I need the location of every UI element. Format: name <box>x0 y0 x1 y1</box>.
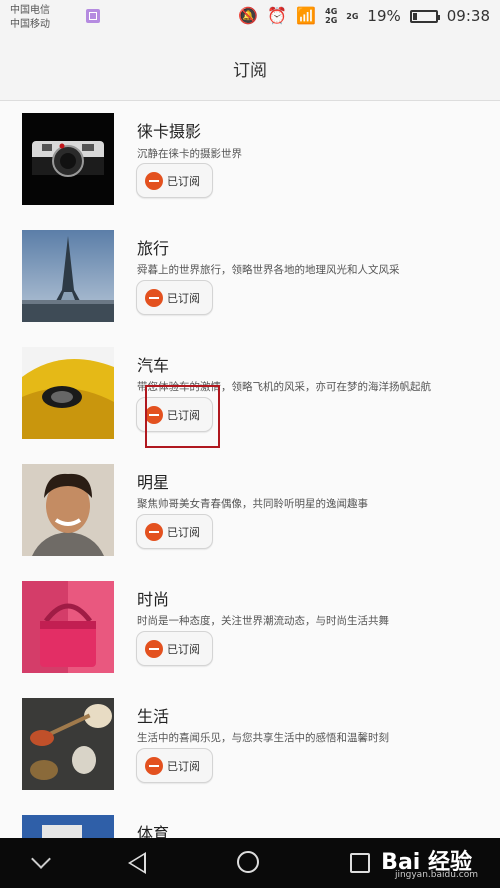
thumbnail-spoons-spices <box>22 698 114 790</box>
item-title: 体育 <box>137 824 170 838</box>
subscribed-label: 已订阅 <box>167 759 200 773</box>
unsubscribe-button[interactable]: 已订阅 <box>136 748 213 783</box>
item-title: 汽车 <box>137 356 170 375</box>
carrier-info: 中国电信 中国移动 <box>10 4 50 32</box>
navigation-bar: Bai 经验 jingyan.baidu.com <box>0 838 500 888</box>
title-bar: 订阅 <box>0 36 500 101</box>
list-item[interactable]: 旅行 舜暮上的世界旅行，领略世界各地的地理风光和人文风采 已订阅 <box>0 218 500 336</box>
unsubscribe-button[interactable]: 已订阅 <box>136 514 213 549</box>
item-description: 时尚是一种态度，关注世界潮流动态，与时尚生活共舞 <box>137 615 389 627</box>
item-title: 明星 <box>137 473 170 492</box>
battery-icon <box>409 9 440 23</box>
highlight-box <box>145 385 220 448</box>
clock: 09:38 <box>446 7 490 25</box>
subscribed-label: 已订阅 <box>167 525 200 539</box>
status-icons: 🔕 ⏰ 📶 4G 2G 2G 19% 09:38 <box>238 6 490 26</box>
list-item[interactable]: 徕卡摄影 沉静在徕卡的摄影世界 已订阅 <box>0 101 500 219</box>
mute-icon: 🔕 <box>238 6 259 25</box>
list-item[interactable]: 生活 生活中的喜闻乐见，与您共享生活中的感悟和温馨时刻 已订阅 <box>0 686 500 804</box>
item-title: 时尚 <box>137 590 170 609</box>
item-description: 舜暮上的世界旅行，领略世界各地的地理风光和人文风采 <box>137 264 400 276</box>
subscribed-label: 已订阅 <box>167 291 200 305</box>
item-description: 生活中的喜闻乐见，与您共享生活中的感悟和温馨时刻 <box>137 732 389 744</box>
list-item[interactable]: 汽车 带您体验车的激情，领略飞机的风采，亦可在梦的海洋扬帆起航 已订阅 <box>0 335 500 453</box>
carrier-1: 中国电信 <box>10 5 50 16</box>
minus-icon <box>145 171 163 190</box>
page-title: 订阅 <box>233 60 267 81</box>
gallery-notification-icon <box>86 9 100 23</box>
subscribed-label: 已订阅 <box>167 174 200 188</box>
list-item[interactable]: 明星 聚焦帅哥美女青春偶像，共同聆听明星的逸闻趣事 已订阅 <box>0 452 500 570</box>
item-title: 生活 <box>137 707 170 726</box>
hide-nav-chevron-icon[interactable] <box>31 849 51 869</box>
battery-percent: 19% <box>367 7 401 25</box>
home-icon[interactable] <box>237 851 259 873</box>
thumbnail-smiling-man <box>22 464 114 556</box>
back-icon[interactable] <box>128 852 146 874</box>
minus-icon <box>145 756 163 775</box>
network-type-a: 4G 2G <box>325 7 338 25</box>
item-title: 旅行 <box>137 239 170 258</box>
thumbnail-pink-handbag <box>22 581 114 673</box>
item-description: 聚焦帅哥美女青春偶像，共同聆听明星的逸闻趣事 <box>137 498 368 510</box>
thumbnail-yellow-car <box>22 347 114 439</box>
alarm-icon: ⏰ <box>267 6 288 25</box>
wifi-icon: 📶 <box>296 6 317 25</box>
subscribed-label: 已订阅 <box>167 642 200 656</box>
watermark-url: jingyan.baidu.com <box>394 870 478 880</box>
carrier-2: 中国移动 <box>10 19 50 30</box>
network-type-b: 2G <box>346 11 359 21</box>
minus-icon <box>145 288 163 307</box>
unsubscribe-button[interactable]: 已订阅 <box>136 163 213 198</box>
minus-icon <box>145 639 163 658</box>
item-description: 沉静在徕卡的摄影世界 <box>137 148 242 160</box>
thumbnail-eiffel-tower <box>22 230 114 322</box>
list-item[interactable]: 时尚 时尚是一种态度，关注世界潮流动态，与时尚生活共舞 已订阅 <box>0 569 500 687</box>
subscription-list[interactable]: 徕卡摄影 沉静在徕卡的摄影世界 已订阅 旅行 舜暮上的世界旅行，领略世界各地的地… <box>0 101 500 838</box>
list-item[interactable]: 体育 <box>0 803 500 838</box>
unsubscribe-button[interactable]: 已订阅 <box>136 280 213 315</box>
thumbnail-leica-camera <box>22 113 114 205</box>
thumbnail-sports <box>22 815 114 838</box>
recent-apps-icon[interactable] <box>350 853 370 873</box>
item-title: 徕卡摄影 <box>137 122 202 141</box>
minus-icon <box>145 522 163 541</box>
status-bar: 中国电信 中国移动 🔕 ⏰ 📶 4G 2G 2G 19% 09:38 <box>0 0 500 36</box>
unsubscribe-button[interactable]: 已订阅 <box>136 631 213 666</box>
